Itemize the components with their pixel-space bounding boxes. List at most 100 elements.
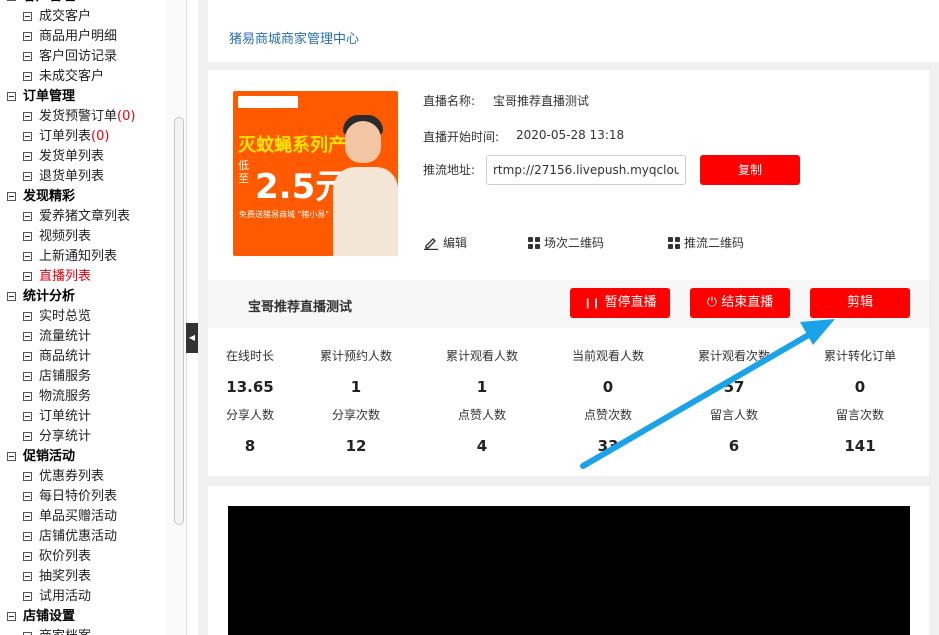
collapse-box-icon[interactable] [23, 112, 32, 121]
collapse-box-icon[interactable] [23, 372, 32, 381]
collapse-box-icon[interactable] [23, 132, 32, 141]
sidebar-item[interactable]: 直播列表 [0, 267, 166, 287]
sidebar-group[interactable]: 订单管理 [0, 87, 166, 107]
sidebar-item[interactable]: 订单统计 [0, 407, 166, 427]
sidebar-item-label: 流量统计 [39, 329, 92, 344]
sidebar-item[interactable]: 优惠券列表 [0, 467, 166, 487]
sidebar-item[interactable]: 分享统计 [0, 427, 166, 447]
collapse-box-icon[interactable] [23, 512, 32, 521]
sidebar-item[interactable]: 店铺优惠活动 [0, 527, 166, 547]
sidebar-item[interactable]: 退货单列表 [0, 167, 166, 187]
sidebar-item[interactable]: 每日特价列表 [0, 487, 166, 507]
sidebar-group[interactable]: 统计分析 [0, 287, 166, 307]
sidebar-group[interactable]: 店铺设置 [0, 607, 166, 627]
collapse-box-icon[interactable] [23, 252, 32, 261]
collapse-box-icon[interactable] [23, 532, 32, 541]
sidebar-item[interactable]: 店铺服务 [0, 367, 166, 387]
stat-label: 留言人数 [709, 408, 758, 422]
sidebar-item[interactable]: 流量统计 [0, 327, 166, 347]
collapse-box-icon[interactable] [23, 392, 32, 401]
stat-value: 0 [854, 378, 866, 396]
collapse-box-icon[interactable] [23, 492, 32, 501]
collapse-box-icon[interactable] [23, 312, 32, 321]
collapse-box-icon[interactable] [7, 292, 16, 301]
collapse-box-icon[interactable] [23, 72, 32, 81]
stat-label: 在线时长 [225, 349, 274, 363]
pause-live-button[interactable]: ❙❙ 暂停直播 [570, 288, 670, 318]
collapse-box-icon[interactable] [7, 452, 16, 461]
sidebar-item[interactable]: 砍价列表 [0, 547, 166, 567]
sidebar-item-label: 物流服务 [39, 389, 92, 404]
stat-item: 点赞次数 33 [553, 406, 663, 455]
sidebar-item-label: 发货预警订单 [39, 109, 118, 124]
push-url-input[interactable] [486, 155, 686, 185]
sidebar-item[interactable]: 商品统计 [0, 347, 166, 367]
collapse-box-icon[interactable] [23, 212, 32, 221]
collapse-box-icon[interactable] [7, 92, 16, 101]
sidebar-item[interactable]: 订单列表(0) [0, 127, 166, 147]
live-cover-image: 灭蚊蝇系列产品 低至 2.5元 免费送猪易商城 "猪小易" [233, 91, 398, 256]
sidebar-item-label: 发现精彩 [23, 189, 76, 204]
collapse-box-icon[interactable] [23, 172, 32, 181]
sidebar-item-label: 统计分析 [23, 289, 76, 304]
collapse-box-icon[interactable] [23, 572, 32, 581]
collapse-box-icon[interactable] [23, 332, 32, 341]
collapse-box-icon[interactable] [23, 272, 32, 281]
edit-link[interactable]: 编辑 [423, 234, 467, 251]
collapse-box-icon[interactable] [23, 592, 32, 601]
sidebar-item[interactable]: 抽奖列表 [0, 567, 166, 587]
sidebar-item[interactable]: 物流服务 [0, 387, 166, 407]
sidebar-item[interactable]: 商品用户明细 [0, 27, 166, 47]
stat-value: 1 [476, 378, 488, 396]
collapse-box-icon[interactable] [23, 12, 32, 21]
sidebar-item[interactable]: 实时总览 [0, 307, 166, 327]
stat-item: 留言次数 141 [805, 406, 915, 455]
push-qr-link[interactable]: 推流二维码 [668, 234, 744, 251]
sidebar-item[interactable]: 商家档案 [0, 627, 166, 635]
collapse-box-icon[interactable] [23, 32, 32, 41]
sidebar-item[interactable]: 爱养猪文章列表 [0, 207, 166, 227]
edit-label: 编辑 [443, 236, 468, 250]
sidebar-item[interactable]: 单品买赠活动 [0, 507, 166, 527]
collapse-box-icon[interactable] [23, 352, 32, 361]
collapse-box-icon[interactable] [7, 192, 16, 201]
sidebar-item[interactable]: 视频列表 [0, 227, 166, 247]
stat-item: 点赞人数 4 [427, 406, 537, 455]
page-title[interactable]: 猪易商城商家管理中心 [229, 28, 359, 47]
sidebar-item[interactable]: 未成交客户 [0, 67, 166, 87]
sidebar-group[interactable]: 促销活动 [0, 447, 166, 467]
stat-label: 点赞次数 [583, 408, 632, 422]
live-control-bar: 宝哥推荐直播测试 ❙❙ 暂停直播 ⏻ 结束直播 剪辑 [208, 280, 929, 328]
collapse-box-icon[interactable] [7, 612, 16, 621]
collapse-box-icon[interactable] [23, 52, 32, 61]
live-video-player[interactable] [228, 506, 910, 635]
sidebar-group[interactable]: 客户管理 [0, 0, 166, 7]
sidebar-item-label: 分享统计 [39, 429, 92, 444]
sidebar-item-label: 店铺优惠活动 [39, 529, 118, 544]
copy-url-button[interactable]: 复制 [700, 155, 800, 185]
sidebar-item[interactable]: 试用活动 [0, 587, 166, 607]
stat-value: 33 [597, 437, 619, 455]
sidebar-item[interactable]: 发货预警订单(0) [0, 107, 166, 127]
sidebar-item[interactable]: 发货单列表 [0, 147, 166, 167]
sidebar-item[interactable]: 上新通知列表 [0, 247, 166, 267]
collapse-box-icon[interactable] [23, 552, 32, 561]
pause-icon: ❙❙ [583, 298, 601, 309]
sidebar-tree: 客户管理成交客户商品用户明细客户回访记录未成交客户订单管理发货预警订单(0)订单… [0, 0, 166, 635]
collapse-box-icon[interactable] [23, 232, 32, 241]
sidebar-item[interactable]: 客户回访记录 [0, 47, 166, 67]
sidebar-scrollbar-thumb[interactable] [174, 117, 184, 525]
collapse-box-icon[interactable] [23, 432, 32, 441]
collapse-box-icon[interactable] [23, 472, 32, 481]
sidebar-group[interactable]: 发现精彩 [0, 187, 166, 207]
power-icon: ⏻ [706, 295, 718, 310]
stat-value: 4 [476, 437, 488, 455]
collapse-box-icon[interactable] [23, 152, 32, 161]
end-live-button[interactable]: ⏻ 结束直播 [690, 288, 790, 318]
clip-button[interactable]: 剪辑 [810, 288, 910, 318]
collapse-box-icon[interactable] [23, 412, 32, 421]
stat-value: 6 [728, 437, 740, 455]
sidebar-item[interactable]: 成交客户 [0, 7, 166, 27]
collapse-box-icon[interactable] [7, 0, 16, 1]
session-qr-link[interactable]: 场次二维码 [528, 234, 604, 251]
